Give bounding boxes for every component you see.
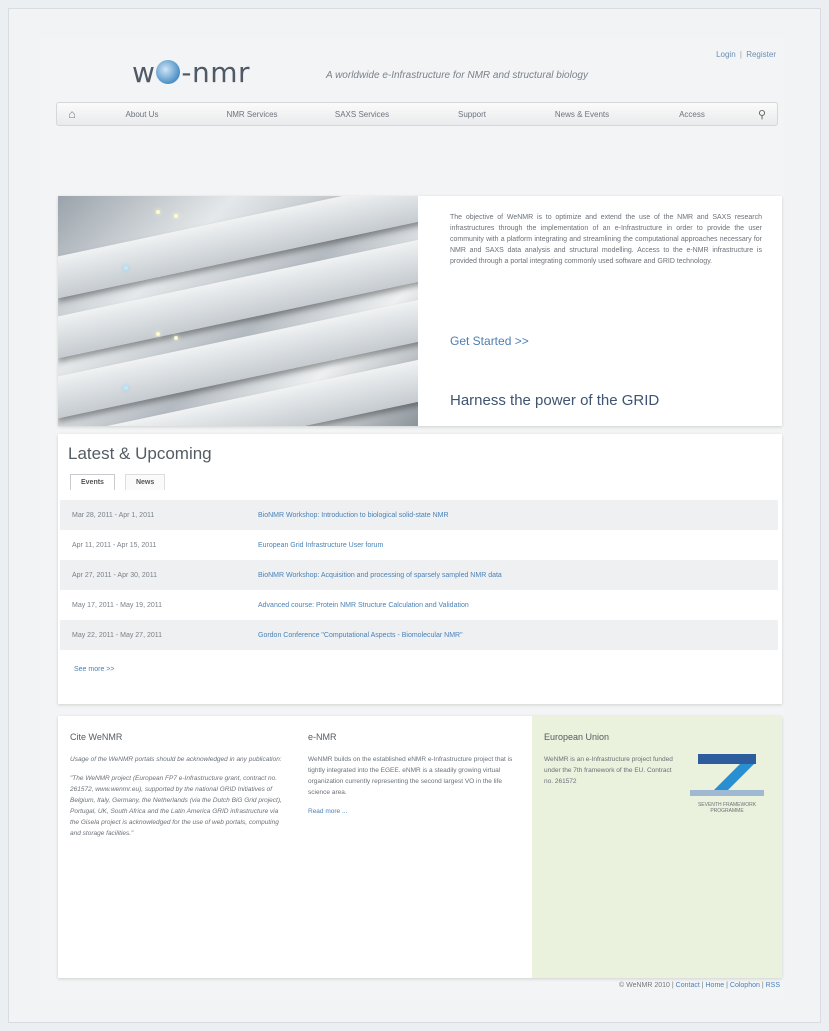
- enmr-column: e-NMR WeNMR builds on the established eN…: [296, 716, 532, 978]
- events-list: Mar 28, 2011 - Apr 1, 2011 BioNMR Worksh…: [60, 500, 778, 650]
- search-icon[interactable]: ⚲: [747, 108, 777, 121]
- event-date: May 22, 2011 - May 27, 2011: [72, 631, 163, 639]
- cite-quote: "The WeNMR project (European FP7 e-Infra…: [70, 775, 282, 837]
- latest-upcoming-panel: Latest & Upcoming Events News Mar 28, 20…: [58, 434, 782, 704]
- event-link[interactable]: BioNMR Workshop: Acquisition and process…: [258, 572, 502, 579]
- home-icon[interactable]: ⌂: [57, 107, 87, 121]
- list-item: May 17, 2011 - May 19, 2011 Advanced cou…: [60, 590, 778, 620]
- account-links: Login | Register: [716, 50, 776, 59]
- hero-headline: Harness the power of the GRID: [450, 392, 660, 409]
- event-date: Apr 11, 2011 - Apr 15, 2011: [72, 541, 157, 549]
- fp7-caption: SEVENTH FRAMEWORK PROGRAMME: [697, 802, 757, 814]
- main-nav: ⌂ About Us NMR Services SAXS Services Su…: [56, 102, 778, 126]
- cite-title: Cite WeNMR: [70, 732, 123, 742]
- event-link[interactable]: European Grid Infrastructure User forum: [258, 542, 383, 549]
- get-started-link[interactable]: Get Started >>: [450, 334, 529, 348]
- footer-contact[interactable]: Contact: [676, 982, 700, 989]
- event-link[interactable]: Gordon Conference "Computational Aspects…: [258, 632, 463, 639]
- event-date: Apr 27, 2011 - Apr 30, 2011: [72, 571, 157, 579]
- nav-news-events[interactable]: News & Events: [527, 110, 637, 119]
- event-link[interactable]: Advanced course: Protein NMR Structure C…: [258, 602, 469, 609]
- latest-title: Latest & Upcoming: [68, 444, 212, 463]
- copyright: © WeNMR 2010: [619, 982, 670, 989]
- footer-colophon[interactable]: Colophon: [730, 982, 760, 989]
- footer-home[interactable]: Home: [706, 982, 725, 989]
- login-link[interactable]: Login: [716, 50, 736, 59]
- list-item: May 22, 2011 - May 27, 2011 Gordon Confe…: [60, 620, 778, 650]
- fp7-icon: [690, 754, 764, 796]
- eu-text: WeNMR is an e-Infrastructure project fun…: [544, 756, 673, 785]
- footer-links: © WeNMR 2010 | Contact | Home | Colophon…: [619, 982, 780, 989]
- nav-access[interactable]: Access: [637, 110, 747, 119]
- event-link[interactable]: BioNMR Workshop: Introduction to biologi…: [258, 512, 449, 519]
- nav-support[interactable]: Support: [417, 110, 527, 119]
- list-item: Apr 11, 2011 - Apr 15, 2011 European Gri…: [60, 530, 778, 560]
- enmr-title: e-NMR: [308, 732, 337, 742]
- logo[interactable]: w -nmr: [132, 56, 250, 89]
- tab-events[interactable]: Events: [70, 474, 115, 490]
- register-link[interactable]: Register: [746, 50, 776, 59]
- cite-column: Cite WeNMR Usage of the WeNMR portals sh…: [58, 716, 296, 978]
- hero-description: The objective of WeNMR is to optimize an…: [450, 214, 762, 265]
- event-date: Mar 28, 2011 - Apr 1, 2011: [72, 511, 155, 519]
- enmr-text: WeNMR builds on the established eNMR e-I…: [308, 756, 513, 796]
- server-rack-image: [58, 196, 418, 426]
- list-item: Apr 27, 2011 - Apr 30, 2011 BioNMR Works…: [60, 560, 778, 590]
- nav-nmr-services[interactable]: NMR Services: [197, 110, 307, 119]
- event-date: May 17, 2011 - May 19, 2011: [72, 601, 163, 609]
- separator: |: [739, 50, 742, 59]
- nav-saxs-services[interactable]: SAXS Services: [307, 110, 417, 119]
- read-more-link[interactable]: Read more ...: [308, 806, 520, 817]
- fp7-logo: SEVENTH FRAMEWORK PROGRAMME: [690, 754, 764, 814]
- tagline: A worldwide e-Infrastructure for NMR and…: [326, 70, 588, 81]
- logo-right: -nmr: [181, 56, 251, 89]
- info-columns: Cite WeNMR Usage of the WeNMR portals sh…: [58, 716, 782, 978]
- eu-column: European Union WeNMR is an e-Infrastruct…: [532, 716, 782, 978]
- page: w -nmr A worldwide e-Infrastructure for N…: [40, 38, 784, 1000]
- globe-icon: [156, 60, 181, 84]
- footer-rss[interactable]: RSS: [766, 982, 780, 989]
- hero-banner: The objective of WeNMR is to optimize an…: [58, 196, 782, 426]
- eu-title: European Union: [544, 732, 610, 742]
- list-item: Mar 28, 2011 - Apr 1, 2011 BioNMR Worksh…: [60, 500, 778, 530]
- latest-tabs: Events News: [70, 474, 166, 490]
- tab-news[interactable]: News: [124, 474, 166, 490]
- cite-intro: Usage of the WeNMR portals should be ack…: [70, 756, 282, 763]
- logo-left: w: [132, 56, 156, 89]
- nav-about-us[interactable]: About Us: [87, 110, 197, 119]
- see-more-link[interactable]: See more >>: [74, 666, 114, 673]
